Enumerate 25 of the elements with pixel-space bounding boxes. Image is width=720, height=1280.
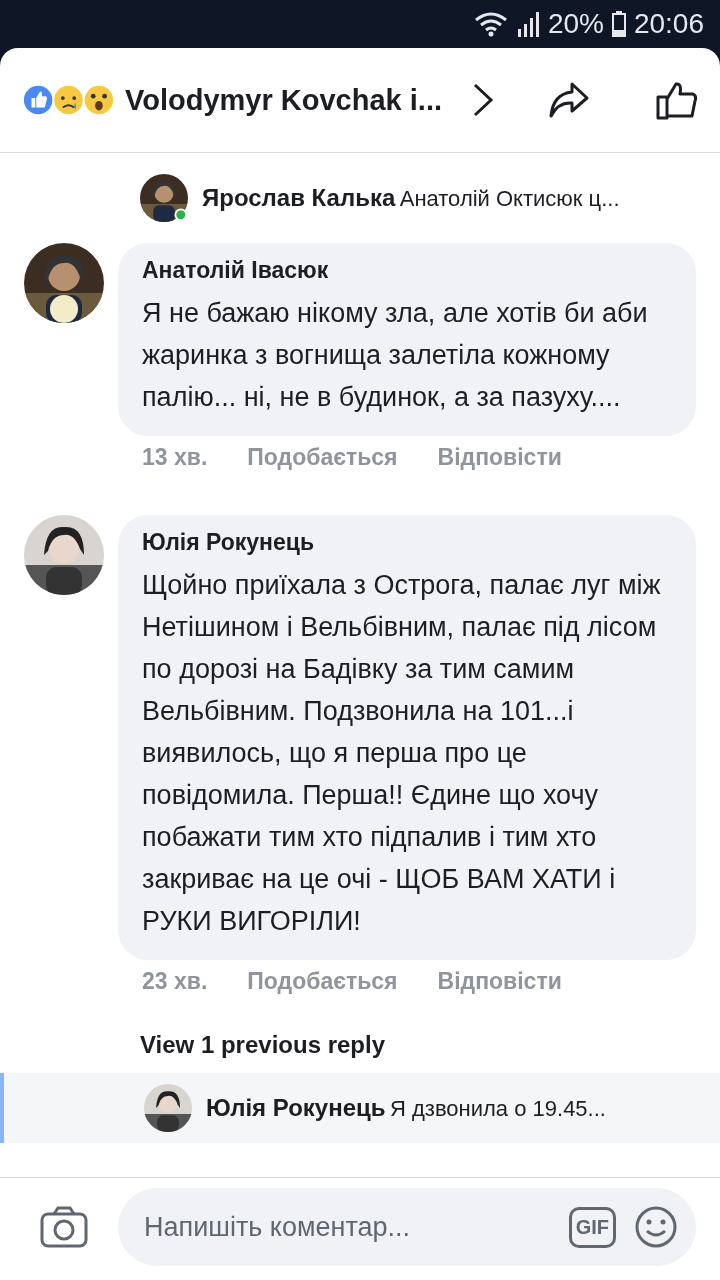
comment-author[interactable]: Анатолій Івасюк — [142, 257, 672, 284]
clock: 20:06 — [633, 8, 704, 40]
battery-icon — [611, 11, 626, 37]
comment-field[interactable]: Напишіть коментар... GIF — [118, 1188, 696, 1266]
comment-time: 23 хв. — [142, 968, 208, 995]
wifi-icon — [473, 11, 508, 37]
comment-time: 13 хв. — [142, 444, 208, 471]
share-icon[interactable] — [548, 81, 590, 119]
smiley-icon[interactable] — [634, 1205, 678, 1249]
comment-text: Щойно приїхала з Острога, палає луг між Нетішином і Вельбівним, палає під лісом по дорозі на Бадівку за тим самим Вельбівним. Подзвонила на 101...і виявилось, що я перша про це повідомила. Перша!! Єдине що хочу побажати тим хто підпалив і тим хто закриває на це очі - ЩОБ ВАМ ХАТИ і РУКИ ВИГОРІЛИ! — [142, 569, 662, 938]
view-previous-link[interactable]: View 1 previous reply — [0, 995, 720, 1073]
reply-author[interactable]: Ярослав Калька — [202, 184, 396, 211]
reply-author[interactable]: Юлія Рокунець — [206, 1094, 386, 1121]
reply-text: Я дзвонила о 19.45... — [390, 1096, 606, 1121]
camera-icon[interactable] — [40, 1206, 88, 1248]
signal-icon — [515, 11, 540, 37]
like-icon[interactable] — [656, 80, 698, 120]
comment-author[interactable]: Юлія Рокунець — [142, 529, 672, 556]
gif-button[interactable]: GIF — [568, 1206, 616, 1248]
battery-percent: 20% — [547, 8, 604, 40]
comment-text: Я не бажаю нікому зла, але хотів би аби жаринка з вогнища залетіла кожному палію... ні, не в будинок, а за пазуху.... — [142, 297, 649, 414]
reactions-icon — [22, 83, 116, 117]
reply-text: Анатолій Октисюк ц... — [399, 186, 620, 211]
post-title[interactable]: Volodymyr Kovchak і... — [125, 83, 442, 117]
chevron-right-icon[interactable] — [472, 82, 494, 118]
